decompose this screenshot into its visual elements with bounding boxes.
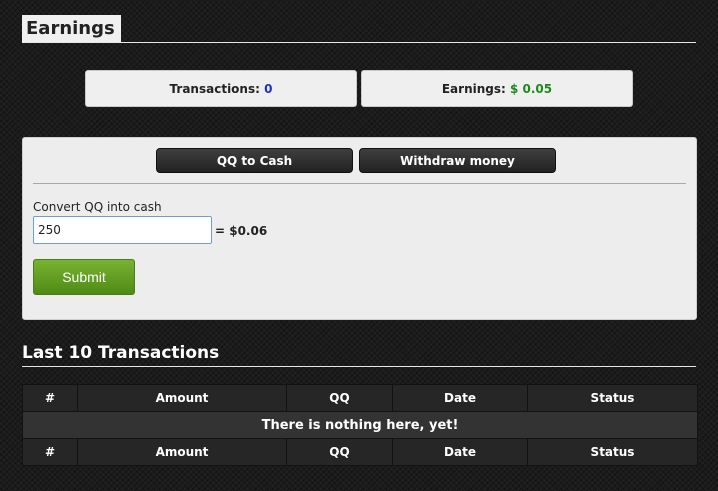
transactions-stat: Transactions: 0 — [85, 70, 357, 107]
submit-button[interactable]: Submit — [33, 259, 135, 295]
earnings-value: $ 0.05 — [510, 82, 553, 96]
column-footer-status: Status — [527, 438, 698, 466]
empty-table-message: There is nothing here, yet! — [22, 411, 698, 439]
transactions-title: Last 10 Transactions — [22, 343, 220, 363]
panel-divider — [33, 183, 686, 184]
earnings-stat: Earnings: $ 0.05 — [361, 70, 633, 107]
earnings-divider — [22, 42, 696, 43]
column-footer-amount: Amount — [77, 438, 287, 466]
column-footer-date: Date — [392, 438, 528, 466]
table-row: There is nothing here, yet! — [22, 411, 698, 439]
tab-qq-to-cash[interactable]: QQ to Cash — [156, 148, 353, 173]
column-header-status: Status — [527, 384, 698, 412]
column-footer-qq: QQ — [286, 438, 393, 466]
table-header-row: # Amount QQ Date Status — [22, 384, 698, 412]
column-header-amount: Amount — [77, 384, 287, 412]
qq-amount-input[interactable] — [33, 216, 212, 244]
transactions-value: 0 — [264, 82, 273, 96]
convert-label: Convert QQ into cash — [33, 200, 162, 214]
earnings-title: Earnings — [22, 15, 121, 42]
transactions-divider — [22, 366, 696, 367]
column-header-date: Date — [392, 384, 528, 412]
column-header-qq: QQ — [286, 384, 393, 412]
earnings-label: Earnings: — [441, 82, 506, 96]
column-header-number: # — [22, 384, 78, 412]
transactions-table: # Amount QQ Date Status There is nothing… — [22, 384, 698, 466]
conversion-result: = $0.06 — [215, 224, 268, 238]
transactions-label: Transactions: — [169, 82, 260, 96]
column-footer-number: # — [22, 438, 78, 466]
table-footer-row: # Amount QQ Date Status — [22, 438, 698, 466]
conversion-panel: QQ to Cash Withdraw money Convert QQ int… — [22, 137, 697, 320]
tab-withdraw-money[interactable]: Withdraw money — [359, 148, 556, 173]
